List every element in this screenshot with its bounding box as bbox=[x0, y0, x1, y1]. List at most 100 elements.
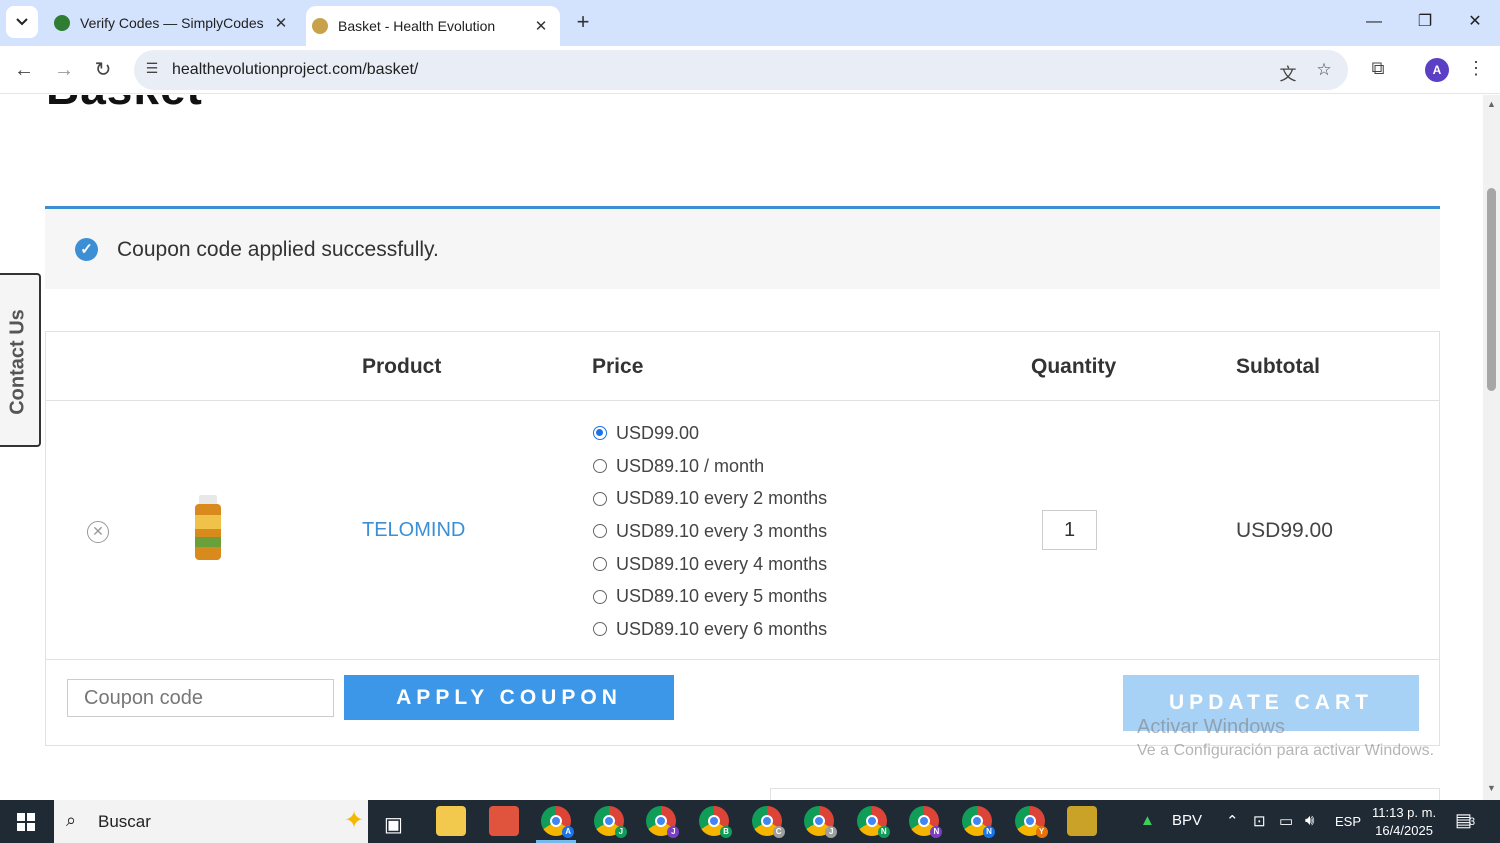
tab-close-icon[interactable]: ✕ bbox=[270, 14, 292, 32]
language-indicator[interactable]: ESP bbox=[1335, 814, 1361, 829]
forward-button[interactable]: → bbox=[50, 56, 78, 84]
stock-label[interactable]: BPV bbox=[1172, 812, 1202, 829]
chrome-center-icon bbox=[602, 815, 615, 827]
price-option[interactable]: USD89.10 every 2 months bbox=[593, 482, 827, 515]
restore-button[interactable]: ❐ bbox=[1405, 8, 1445, 36]
radio[interactable] bbox=[593, 557, 607, 572]
simplycodes-favicon-icon bbox=[54, 15, 70, 31]
header-subtotal: Subtotal bbox=[1236, 355, 1320, 378]
taskbar-app-chrome-j[interactable]: J bbox=[593, 806, 627, 838]
radio[interactable] bbox=[593, 524, 607, 539]
price-option[interactable]: USD89.10 every 6 months bbox=[593, 613, 827, 646]
taskbar-app-chrome-n2[interactable]: N bbox=[909, 806, 943, 838]
browser-toolbar: ← → ↻ ☰ healthevolutionproject.com/baske… bbox=[0, 46, 1500, 94]
show-hidden-icons-icon[interactable]: ⌃ bbox=[1226, 812, 1239, 830]
scrollbar-thumb[interactable] bbox=[1487, 188, 1496, 391]
profile-avatar[interactable]: A bbox=[1425, 58, 1449, 82]
close-window-button[interactable]: ✕ bbox=[1455, 8, 1495, 36]
volume-icon[interactable]: 🔊︎ bbox=[1305, 812, 1314, 829]
price-options: USD99.00 USD89.10 / month USD89.10 every… bbox=[593, 417, 827, 646]
taskbar-app-file-explorer[interactable] bbox=[436, 806, 466, 836]
success-notice: ✓ Coupon code applied successfully. bbox=[45, 206, 1440, 289]
page-viewport: Basket ✓ Coupon code applied successfull… bbox=[0, 95, 1500, 800]
extensions-icon[interactable]: ⧉ bbox=[1365, 58, 1391, 82]
stock-chart-icon: ▲ bbox=[1140, 812, 1155, 829]
profile-badge: C bbox=[772, 826, 785, 838]
product-thumbnail[interactable] bbox=[191, 495, 225, 561]
tab-search-button[interactable] bbox=[6, 6, 38, 38]
header-quantity: Quantity bbox=[1031, 355, 1117, 378]
quantity-input[interactable]: 1 bbox=[1042, 510, 1097, 550]
tab-basket[interactable]: Basket - Health Evolution ✕ bbox=[306, 6, 560, 46]
scroll-down-icon[interactable]: ▼ bbox=[1486, 783, 1497, 793]
chrome-center-icon bbox=[708, 815, 720, 827]
url-text[interactable]: healthevolutionproject.com/basket/ bbox=[172, 61, 418, 79]
clock[interactable]: 11:13 p. m. 16/4/2025 bbox=[1372, 804, 1436, 840]
apply-coupon-button[interactable]: APPLY COUPON bbox=[344, 675, 674, 720]
taskbar-app-chrome-n[interactable]: N bbox=[856, 806, 890, 838]
price-option-label: USD89.10 every 6 months bbox=[616, 618, 828, 639]
contact-us-tab[interactable]: Contact Us bbox=[0, 273, 41, 447]
price-option-label: USD89.10 every 3 months bbox=[616, 520, 828, 541]
price-option[interactable]: USD89.10 every 3 months bbox=[593, 515, 827, 548]
new-tab-button[interactable]: + bbox=[570, 10, 596, 36]
windows-taskbar: ⌕ Buscar ✦ ▣ A J J B C J N N N Y ▲ BPV ⌃ ⊡ ▭ 🔊︎ E… bbox=[0, 800, 1500, 843]
radio[interactable] bbox=[593, 622, 607, 637]
header-product: Product bbox=[362, 355, 442, 378]
radio[interactable] bbox=[593, 589, 607, 604]
price-option[interactable]: USD89.10 / month bbox=[593, 450, 827, 483]
chevron-down-icon bbox=[16, 18, 28, 26]
address-bar[interactable]: ☰ healthevolutionproject.com/basket/ 文 ☆ bbox=[134, 50, 1348, 90]
more-menu-icon[interactable]: ⋮ bbox=[1463, 58, 1489, 82]
notification-center-button[interactable]: ▤ 3 bbox=[1455, 810, 1481, 832]
tab-close-icon[interactable]: ✕ bbox=[530, 17, 552, 35]
product-link[interactable]: TELOMIND bbox=[362, 519, 465, 542]
taskbar-app-app-g[interactable] bbox=[1067, 806, 1098, 836]
page-title: Basket bbox=[46, 95, 203, 115]
profile-badge: J bbox=[667, 826, 680, 838]
task-view-icon[interactable]: ▣ bbox=[384, 812, 403, 837]
meet-icon[interactable]: ⊡ bbox=[1253, 812, 1266, 830]
radio[interactable] bbox=[593, 491, 607, 506]
tab-simplycodes[interactable]: Verify Codes — SimplyCodes ✕ bbox=[48, 6, 300, 40]
price-option[interactable]: USD89.10 every 5 months bbox=[593, 580, 827, 613]
price-option-label: USD99.00 bbox=[616, 422, 700, 443]
translate-icon[interactable]: 文 bbox=[1276, 60, 1300, 84]
taskbar-app-chrome-y[interactable]: Y bbox=[1014, 806, 1048, 838]
network-icon[interactable]: ▭ bbox=[1279, 812, 1293, 830]
taskbar-app-chrome-j2[interactable]: J bbox=[646, 806, 680, 838]
search-label: Buscar bbox=[98, 812, 151, 831]
page-scrollbar[interactable]: ▲ ▼ bbox=[1483, 95, 1500, 800]
taskbar-app-chrome-n3[interactable]: N bbox=[962, 806, 995, 838]
chrome-center-icon bbox=[1023, 815, 1036, 827]
bookmark-star-icon[interactable]: ☆ bbox=[1312, 60, 1336, 82]
taskbar-search[interactable]: ⌕ Buscar ✦ bbox=[54, 800, 368, 843]
tab-strip: Verify Codes — SimplyCodes ✕ Basket - He… bbox=[0, 0, 1500, 46]
reload-button[interactable]: ↻ bbox=[89, 56, 117, 84]
profile-badge: N bbox=[877, 826, 890, 838]
chrome-center-icon bbox=[918, 815, 931, 827]
start-button[interactable] bbox=[0, 800, 52, 843]
taskbar-app-chrome-c[interactable]: C bbox=[751, 806, 785, 838]
cart-table: Product Price Quantity Subtotal ✕ TELOMI… bbox=[45, 331, 1440, 746]
windows-activation-title: Activar Windows bbox=[1137, 716, 1285, 738]
scroll-up-icon[interactable]: ▲ bbox=[1486, 99, 1497, 109]
clock-date: 16/4/2025 bbox=[1375, 823, 1433, 838]
price-option[interactable]: USD89.10 every 4 months bbox=[593, 548, 827, 581]
radio-selected[interactable] bbox=[593, 426, 607, 441]
taskbar-app-chrome-b[interactable]: B bbox=[699, 806, 732, 838]
profile-badge: J bbox=[614, 826, 627, 838]
site-info-icon[interactable]: ☰ bbox=[142, 60, 162, 80]
remove-item-icon[interactable]: ✕ bbox=[87, 521, 109, 543]
chrome-center-icon bbox=[971, 815, 983, 827]
taskbar-app-chrome-j3[interactable]: J bbox=[804, 806, 838, 838]
coupon-code-input[interactable]: Coupon code bbox=[67, 679, 334, 717]
profile-badge: N bbox=[983, 826, 995, 838]
back-button[interactable]: ← bbox=[10, 56, 38, 84]
taskbar-app-app-red[interactable] bbox=[488, 806, 519, 836]
minimize-button[interactable]: — bbox=[1354, 8, 1394, 36]
price-option-label: USD89.10 every 4 months bbox=[616, 553, 828, 574]
taskbar-app-chrome-a[interactable]: A bbox=[541, 806, 575, 838]
price-option[interactable]: USD99.00 bbox=[593, 417, 827, 450]
radio[interactable] bbox=[593, 459, 607, 474]
